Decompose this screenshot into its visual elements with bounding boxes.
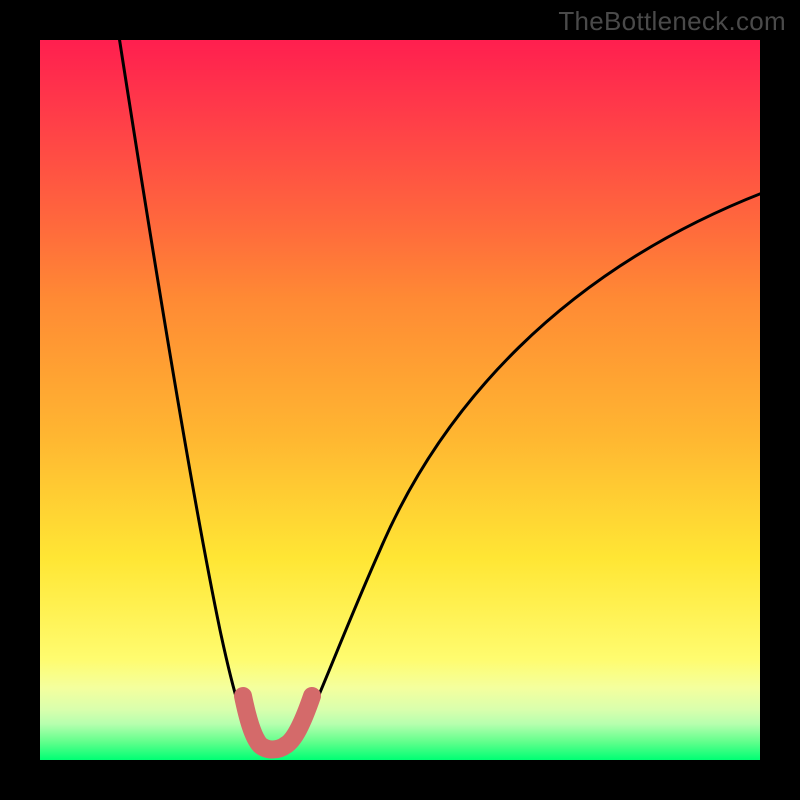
highlight-right <box>286 696 312 745</box>
curve-left <box>118 30 254 740</box>
curve-right <box>298 190 770 740</box>
watermark-text: TheBottleneck.com <box>558 6 786 37</box>
plot-area <box>40 40 760 760</box>
chart-container: TheBottleneck.com <box>0 0 800 800</box>
bottleneck-curve <box>40 40 760 760</box>
